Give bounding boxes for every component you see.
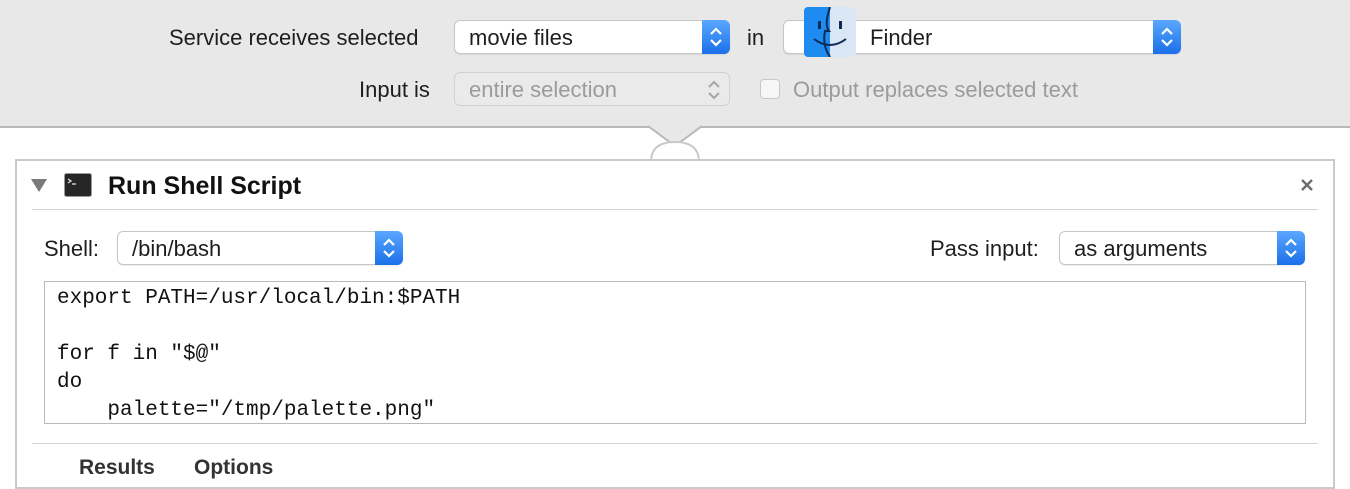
finder-icon <box>804 7 856 57</box>
script-editor[interactable]: export PATH=/usr/local/bin:$PATH for f i… <box>44 281 1306 424</box>
shell-label: Shell: <box>44 236 100 261</box>
input-is-popup[interactable]: entire selection <box>454 72 730 106</box>
pass-input-value: as arguments <box>1074 236 1208 261</box>
receives-type-stepper-icon <box>702 20 730 54</box>
shell-value: /bin/bash <box>132 236 222 261</box>
script-line-4: do <box>57 371 83 394</box>
application-stepper-icon <box>1153 20 1181 54</box>
tab-results[interactable]: Results <box>79 456 155 480</box>
script-line-3: for f in "$@" <box>57 343 221 366</box>
shell-stepper-icon <box>375 231 403 265</box>
output-replaces-label: Output replaces selected text <box>793 77 1078 102</box>
application-popup[interactable]: Finder <box>783 7 1181 57</box>
pass-input-label: Pass input: <box>930 236 1039 261</box>
pass-input-popup[interactable]: as arguments <box>1059 231 1305 265</box>
receives-type-value: movie files <box>469 25 573 50</box>
action-header-divider <box>32 209 1318 210</box>
tab-options[interactable]: Options <box>194 456 273 480</box>
script-line-1: export PATH=/usr/local/bin:$PATH <box>57 287 461 310</box>
output-replaces-checkbox[interactable] <box>760 79 780 99</box>
pass-input-stepper-icon <box>1277 231 1305 265</box>
receives-label: Service receives selected <box>169 25 419 50</box>
input-is-stepper-icon <box>707 79 721 106</box>
input-is-value: entire selection <box>469 77 617 102</box>
receives-type-popup[interactable]: movie files <box>454 20 730 54</box>
disclosure-triangle-icon[interactable] <box>30 177 48 193</box>
application-value: Finder <box>870 25 933 50</box>
close-icon[interactable] <box>1299 177 1315 193</box>
terminal-icon <box>64 173 92 197</box>
shell-popup[interactable]: /bin/bash <box>117 231 403 265</box>
action-connector-notch <box>648 125 702 162</box>
input-is-label: Input is <box>359 77 430 102</box>
in-label: in <box>747 25 765 50</box>
action-footer-divider <box>32 443 1318 444</box>
service-config-bar: Service receives selected movie files in… <box>0 0 1350 128</box>
action-title: Run Shell Script <box>108 172 302 200</box>
script-line-5: palette="/tmp/palette.png" <box>57 399 436 422</box>
